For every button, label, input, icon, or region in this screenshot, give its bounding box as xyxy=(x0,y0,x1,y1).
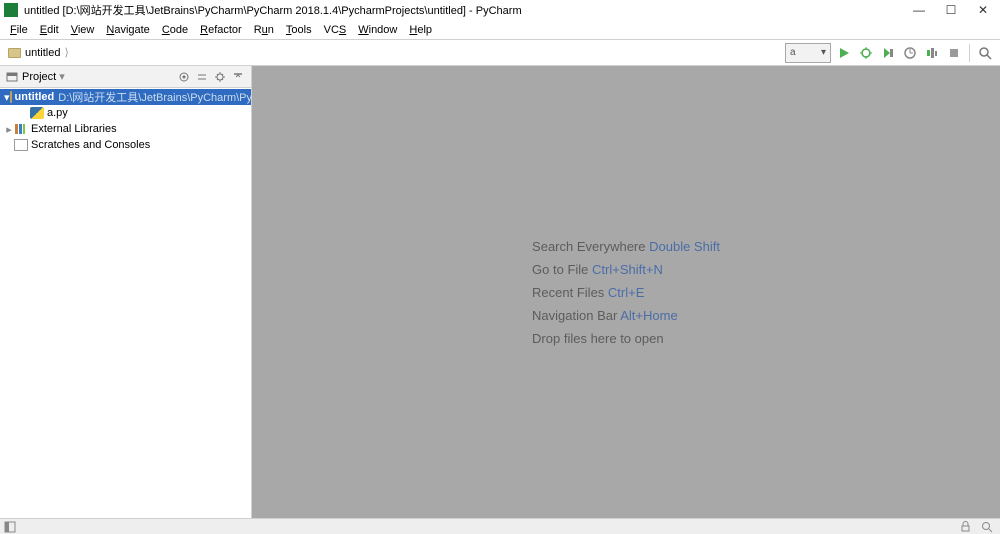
concurrency-button[interactable] xyxy=(923,44,941,62)
menu-code[interactable]: Code xyxy=(156,24,194,36)
library-icon xyxy=(14,123,28,135)
close-button[interactable]: ✕ xyxy=(976,3,990,17)
tree-external-libraries[interactable]: ▸ External Libraries xyxy=(0,121,251,137)
tree-file-label: a.py xyxy=(47,107,68,119)
toolbar-right: a ▾ xyxy=(785,43,1000,63)
hint-search: Search Everywhere Double Shift xyxy=(532,239,720,254)
folder-icon xyxy=(8,48,21,58)
menu-help[interactable]: Help xyxy=(403,24,438,36)
tool-window-quick-access[interactable] xyxy=(2,520,18,534)
lock-icon[interactable] xyxy=(958,520,972,534)
expand-arrow-icon[interactable]: ▸ xyxy=(4,123,14,136)
debug-button[interactable] xyxy=(857,44,875,62)
maximize-button[interactable]: ☐ xyxy=(944,3,958,17)
tree-root-label: untitled xyxy=(15,91,55,103)
window-controls: — ☐ ✕ xyxy=(912,3,996,17)
menu-tools[interactable]: Tools xyxy=(280,24,318,36)
stop-button[interactable] xyxy=(945,44,963,62)
breadcrumb-root: untitled xyxy=(25,47,60,59)
locate-button[interactable] xyxy=(177,70,191,84)
shortcut: Double Shift xyxy=(649,239,720,254)
menu-window[interactable]: Window xyxy=(352,24,403,36)
shortcut: Alt+Home xyxy=(620,308,677,323)
tree-extlib-label: External Libraries xyxy=(31,123,117,135)
settings-button[interactable] xyxy=(213,70,227,84)
chevron-right-icon: ⟩ xyxy=(60,46,72,59)
project-panel-header[interactable]: Project ▾ xyxy=(0,66,251,88)
shortcut: Ctrl+Shift+N xyxy=(592,262,663,277)
status-bar xyxy=(0,518,1000,534)
project-tree: ▾ untitled D:\网站开发工具\JetBrains\PyCharm\P… xyxy=(0,88,251,153)
tree-root-path: D:\网站开发工具\JetBrains\PyCharm\PyCharm 2018… xyxy=(58,89,251,105)
folder-icon xyxy=(10,91,12,103)
title-bar: untitled [D:\网站开发工具\JetBrains\PyCharm\Py… xyxy=(0,0,1000,20)
app-icon xyxy=(4,3,18,17)
divider xyxy=(969,44,970,62)
tree-scratches[interactable]: Scratches and Consoles xyxy=(0,137,251,153)
chevron-down-icon: ▾ xyxy=(59,70,65,83)
editor-area[interactable]: Search Everywhere Double Shift Go to Fil… xyxy=(252,66,1000,518)
menu-refactor[interactable]: Refactor xyxy=(194,24,248,36)
toolbar: untitled ⟩ a ▾ xyxy=(0,40,1000,66)
project-panel-title: Project xyxy=(22,71,56,83)
run-config-select[interactable]: a ▾ xyxy=(785,43,831,63)
expand-arrow-icon[interactable]: ▾ xyxy=(4,91,10,104)
menu-navigate[interactable]: Navigate xyxy=(100,24,155,36)
menu-run[interactable]: Run xyxy=(248,24,280,36)
profile-button[interactable] xyxy=(901,44,919,62)
menu-file[interactable]: File xyxy=(4,24,34,36)
run-config-label: a xyxy=(790,47,796,58)
menu-edit[interactable]: Edit xyxy=(34,24,65,36)
collapse-all-button[interactable] xyxy=(195,70,209,84)
main-area: Project ▾ ▾ untitled D:\网站开发工具\JetBrains… xyxy=(0,66,1000,518)
scratch-icon xyxy=(14,139,28,151)
inspector-icon[interactable] xyxy=(980,520,994,534)
chevron-down-icon: ▾ xyxy=(821,47,826,58)
hint-drop: Drop files here to open xyxy=(532,331,720,346)
tree-scratches-label: Scratches and Consoles xyxy=(31,139,150,151)
coverage-button[interactable] xyxy=(879,44,897,62)
run-button[interactable] xyxy=(835,44,853,62)
hint-goto: Go to File Ctrl+Shift+N xyxy=(532,262,720,277)
menu-bar: File Edit View Navigate Code Refactor Ru… xyxy=(0,20,1000,40)
project-icon xyxy=(6,71,18,83)
minimize-button[interactable]: — xyxy=(912,3,926,17)
python-file-icon xyxy=(30,107,44,119)
search-button[interactable] xyxy=(976,44,994,62)
shortcut: Ctrl+E xyxy=(608,285,644,300)
window-title: untitled [D:\网站开发工具\JetBrains\PyCharm\Py… xyxy=(24,2,912,18)
menu-view[interactable]: View xyxy=(65,24,101,36)
breadcrumb[interactable]: untitled ⟩ xyxy=(0,46,73,59)
tree-file[interactable]: a.py xyxy=(0,105,251,121)
menu-vcs[interactable]: VCS xyxy=(318,24,353,36)
project-sidebar: Project ▾ ▾ untitled D:\网站开发工具\JetBrains… xyxy=(0,66,252,518)
hint-navbar: Navigation Bar Alt+Home xyxy=(532,308,720,323)
hide-button[interactable] xyxy=(231,70,245,84)
editor-hints: Search Everywhere Double Shift Go to Fil… xyxy=(532,231,720,354)
hint-recent: Recent Files Ctrl+E xyxy=(532,285,720,300)
tree-root[interactable]: ▾ untitled D:\网站开发工具\JetBrains\PyCharm\P… xyxy=(0,89,251,105)
